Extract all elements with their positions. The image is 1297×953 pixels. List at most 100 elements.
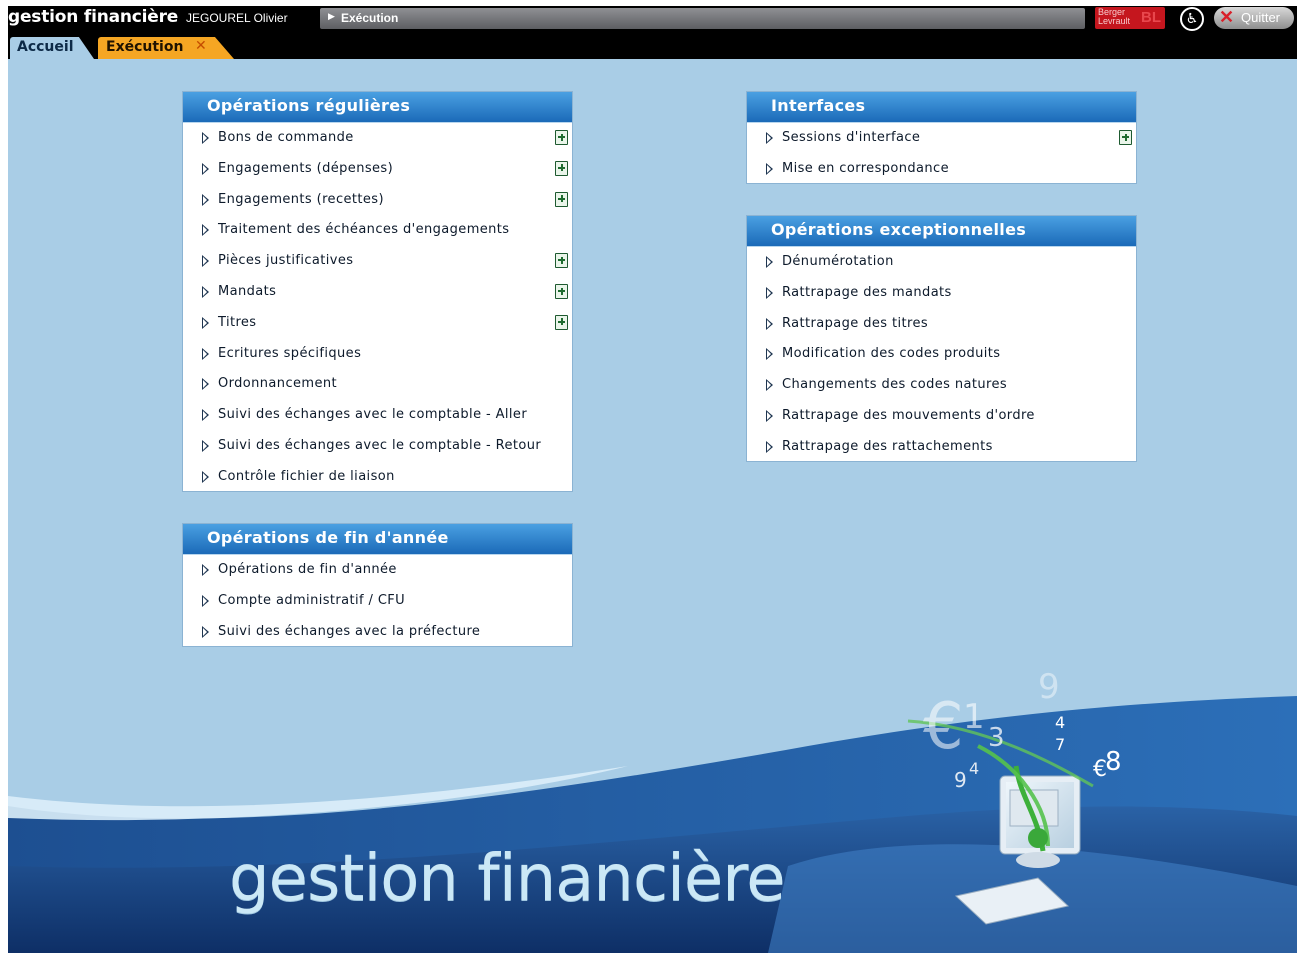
triangle-right-icon bbox=[202, 286, 209, 298]
quit-button[interactable]: ✕ Quitter bbox=[1214, 7, 1294, 29]
menu-item-label[interactable]: Dénumérotation bbox=[782, 254, 894, 269]
accessibility-icon[interactable]: ♿ bbox=[1180, 7, 1204, 31]
menu-item[interactable]: Suivi des échanges avec le comptable - R… bbox=[183, 434, 572, 465]
menu-item[interactable]: Compte administratif / CFU bbox=[183, 589, 572, 620]
breadcrumb-label[interactable]: Exécution bbox=[341, 11, 398, 25]
menu-item[interactable]: Bons de commande bbox=[183, 126, 572, 157]
menu-item-label[interactable]: Suivi des échanges avec le comptable - A… bbox=[218, 407, 527, 422]
panel-header: Interfaces bbox=[747, 92, 1136, 123]
tab-bar: Accueil Exécution ✕ bbox=[8, 31, 1297, 59]
add-new-icon[interactable] bbox=[555, 314, 568, 330]
menu-item-label[interactable]: Titres bbox=[218, 315, 256, 330]
add-new-icon[interactable] bbox=[555, 160, 568, 176]
menu-item[interactable]: Modification des codes produits bbox=[747, 342, 1136, 373]
menu-item-label[interactable]: Sessions d'interface bbox=[782, 130, 920, 145]
menu-item[interactable]: Mise en correspondance bbox=[747, 157, 1136, 188]
triangle-right-icon bbox=[202, 594, 209, 607]
add-new-icon[interactable] bbox=[555, 130, 568, 145]
menu-item[interactable]: Sessions d'interface bbox=[747, 126, 1136, 157]
menu-item[interactable]: Suivi des échanges avec le comptable - A… bbox=[183, 403, 572, 434]
triangle-right-icon bbox=[202, 255, 209, 268]
menu-item[interactable]: Dénumérotation bbox=[747, 250, 1136, 281]
svg-text:9: 9 bbox=[1038, 667, 1060, 707]
breadcrumb: ▶ Exécution bbox=[320, 8, 1085, 29]
menu-item[interactable]: Opérations de fin d'année bbox=[183, 558, 572, 589]
svg-text:€: € bbox=[923, 690, 964, 764]
menu-item[interactable]: Pièces justificatives bbox=[183, 249, 572, 280]
triangle-right-icon bbox=[766, 132, 773, 144]
menu-item[interactable]: Titres bbox=[183, 311, 572, 342]
panel-title: Opérations exceptionnelles bbox=[771, 220, 1027, 239]
menu-item-label[interactable]: Bons de commande bbox=[218, 130, 354, 145]
panel-title: Interfaces bbox=[771, 96, 866, 115]
tab-accueil[interactable]: Accueil bbox=[10, 37, 94, 59]
menu-item[interactable]: Suivi des échanges avec la préfecture bbox=[183, 620, 572, 651]
app-title: gestion financière bbox=[8, 7, 179, 27]
panel-operations-exceptionnelles: Opérations exceptionnelles Dénumérotatio… bbox=[747, 216, 1136, 461]
menu-item[interactable]: Rattrapage des rattachements bbox=[747, 435, 1136, 466]
top-bar: gestion financière JEGOUREL Olivier ▶ Ex… bbox=[8, 6, 1297, 31]
menu-item-label[interactable]: Rattrapage des titres bbox=[782, 316, 928, 331]
menu-item-label[interactable]: Engagements (dépenses) bbox=[218, 161, 393, 176]
menu-item[interactable]: Ordonnancement bbox=[183, 372, 572, 403]
menu-item[interactable]: Mandats bbox=[183, 280, 572, 311]
triangle-right-icon bbox=[766, 348, 773, 361]
menu-item-label[interactable]: Modification des codes produits bbox=[782, 346, 1000, 361]
panel-operations-fin-annee: Opérations de fin d'année Opérations de … bbox=[183, 524, 572, 646]
menu-item[interactable]: Engagements (recettes) bbox=[183, 188, 572, 219]
add-new-icon[interactable] bbox=[1119, 130, 1132, 145]
tab-execution[interactable]: Exécution ✕ bbox=[98, 37, 234, 59]
menu-item[interactable]: Ecritures spécifiques bbox=[183, 342, 572, 373]
menu-item-label[interactable]: Ecritures spécifiques bbox=[218, 346, 361, 361]
quit-label: Quitter bbox=[1241, 10, 1281, 25]
triangle-right-icon bbox=[202, 409, 209, 422]
triangle-right-icon bbox=[202, 625, 209, 638]
menu-item-label[interactable]: Ordonnancement bbox=[218, 376, 337, 391]
triangle-right-icon bbox=[766, 379, 773, 392]
menu-item[interactable]: Rattrapage des titres bbox=[747, 312, 1136, 343]
menu-item-label[interactable]: Rattrapage des mouvements d'ordre bbox=[782, 408, 1035, 423]
menu-item-label[interactable]: Suivi des échanges avec le comptable - R… bbox=[218, 438, 541, 453]
menu-item-label[interactable]: Mise en correspondance bbox=[782, 161, 949, 176]
menu-item-label[interactable]: Engagements (recettes) bbox=[218, 192, 384, 207]
menu-item-label[interactable]: Compte administratif / CFU bbox=[218, 593, 405, 608]
menu-item-label[interactable]: Mandats bbox=[218, 284, 276, 299]
menu-item[interactable]: Changements des codes natures bbox=[747, 373, 1136, 404]
menu-item[interactable]: Rattrapage des mandats bbox=[747, 281, 1136, 312]
triangle-right-icon bbox=[766, 317, 773, 330]
menu-item[interactable]: Contrôle fichier de liaison bbox=[183, 465, 572, 496]
add-new-icon[interactable] bbox=[555, 191, 568, 207]
menu-item-label[interactable]: Opérations de fin d'année bbox=[218, 562, 397, 577]
user-name: JEGOUREL Olivier bbox=[186, 11, 288, 25]
svg-text:8: 8 bbox=[1105, 747, 1122, 777]
close-icon: ✕ bbox=[1219, 7, 1235, 27]
menu-item-label[interactable]: Pièces justificatives bbox=[218, 253, 353, 268]
menu-item[interactable]: Rattrapage des mouvements d'ordre bbox=[747, 404, 1136, 435]
panel-header: Opérations exceptionnelles bbox=[747, 216, 1136, 247]
panel-operations-regulieres: Opérations régulières Bons de commande En… bbox=[183, 92, 572, 491]
triangle-right-icon bbox=[202, 440, 209, 452]
triangle-right-icon bbox=[202, 378, 209, 391]
menu-item[interactable]: Engagements (dépenses) bbox=[183, 157, 572, 188]
triangle-right-icon bbox=[202, 316, 209, 329]
menu-item-label[interactable]: Suivi des échanges avec la préfecture bbox=[218, 624, 480, 639]
vendor-logo-text: Berger Levrault bbox=[1098, 7, 1131, 26]
panel-header: Opérations de fin d'année bbox=[183, 524, 572, 555]
triangle-right-icon bbox=[202, 470, 209, 483]
svg-text:4: 4 bbox=[969, 759, 979, 778]
triangle-right-icon bbox=[766, 410, 773, 422]
panel-title: Opérations de fin d'année bbox=[207, 528, 449, 547]
menu-item-label[interactable]: Contrôle fichier de liaison bbox=[218, 469, 395, 484]
menu-item-label[interactable]: Traitement des échéances d'engagements bbox=[218, 222, 509, 237]
add-new-icon[interactable] bbox=[555, 253, 568, 269]
tab-accueil-label: Accueil bbox=[17, 39, 74, 55]
tab-close-icon[interactable]: ✕ bbox=[195, 38, 207, 54]
triangle-right-icon bbox=[766, 286, 773, 299]
triangle-right-icon bbox=[202, 564, 209, 576]
menu-item-label[interactable]: Rattrapage des mandats bbox=[782, 285, 952, 300]
menu-item-label[interactable]: Changements des codes natures bbox=[782, 377, 1007, 392]
triangle-right-icon bbox=[766, 256, 773, 268]
add-new-icon[interactable] bbox=[555, 284, 568, 299]
menu-item[interactable]: Traitement des échéances d'engagements bbox=[183, 218, 572, 249]
menu-item-label[interactable]: Rattrapage des rattachements bbox=[782, 439, 993, 454]
